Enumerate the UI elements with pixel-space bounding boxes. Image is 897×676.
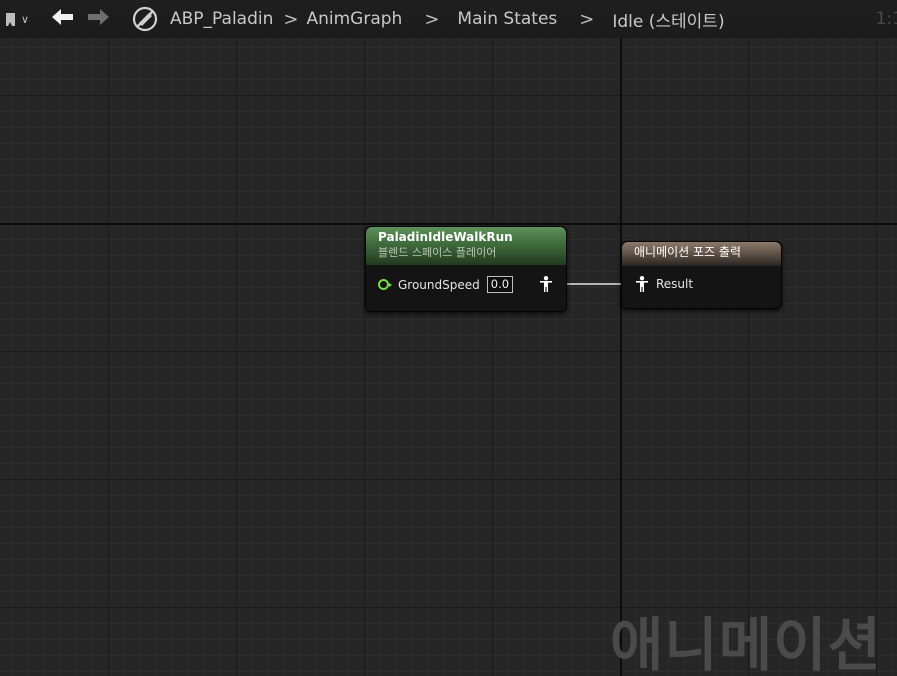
- breadcrumb-item-asset[interactable]: ABP_Paladin: [170, 9, 273, 29]
- breadcrumb-item-idle-state[interactable]: Idle (스테이트): [612, 7, 724, 32]
- blendspace-player-node[interactable]: PaladinIdleWalkRun 블렌드 스페이스 플레이어 GroundS…: [365, 226, 567, 312]
- zoom-level: 1:1: [875, 9, 897, 29]
- back-button[interactable]: [52, 8, 74, 30]
- graph-origin-axis-vertical: [620, 0, 622, 676]
- arrow-left-icon: [52, 9, 73, 25]
- breadcrumb-separator: >: [579, 8, 595, 30]
- pin-label: Result: [656, 277, 694, 291]
- groundspeed-value-field[interactable]: 0.0: [486, 276, 514, 293]
- graph-canvas[interactable]: [0, 0, 897, 676]
- float-pin-icon[interactable]: [378, 279, 392, 290]
- groundspeed-input-pin-row: GroundSpeed 0.0: [378, 276, 514, 293]
- pose-input-pin-icon[interactable]: [635, 276, 649, 292]
- pose-output-pin-icon[interactable]: [539, 276, 553, 292]
- bookmark-dropdown[interactable]: ∨: [6, 12, 38, 26]
- breadcrumb-separator: >: [424, 8, 440, 30]
- pin-label: GroundSpeed: [398, 277, 480, 292]
- node-header: 애니메이션 포즈 출력: [622, 242, 781, 266]
- node-subtitle: 블렌드 스페이스 플레이어: [378, 246, 497, 259]
- breadcrumb-item-main-states[interactable]: Main States: [457, 9, 557, 29]
- graph-origin-axis-horizontal: [0, 223, 897, 225]
- breadcrumb-separator: >: [283, 8, 299, 30]
- bookmark-icon: [6, 12, 15, 26]
- node-title: 애니메이션 포즈 출력: [634, 245, 741, 259]
- breadcrumb-bar: ∨ ABP_Paladin > AnimGraph > Main States …: [0, 0, 897, 38]
- chevron-down-icon: ∨: [21, 12, 30, 26]
- arrow-right-icon: [88, 9, 109, 25]
- node-title: PaladinIdleWalkRun: [378, 230, 513, 244]
- graph-type-watermark: 애니메이션: [610, 611, 882, 676]
- forward-button[interactable]: [88, 8, 110, 30]
- result-input-pin-row: Result: [635, 276, 693, 292]
- node-header: PaladinIdleWalkRun 블렌드 스페이스 플레이어: [366, 227, 566, 265]
- breadcrumb-item-animgraph[interactable]: AnimGraph: [306, 9, 402, 29]
- anim-graph-icon: [132, 6, 158, 32]
- output-pose-node[interactable]: 애니메이션 포즈 출력 Result: [621, 241, 782, 309]
